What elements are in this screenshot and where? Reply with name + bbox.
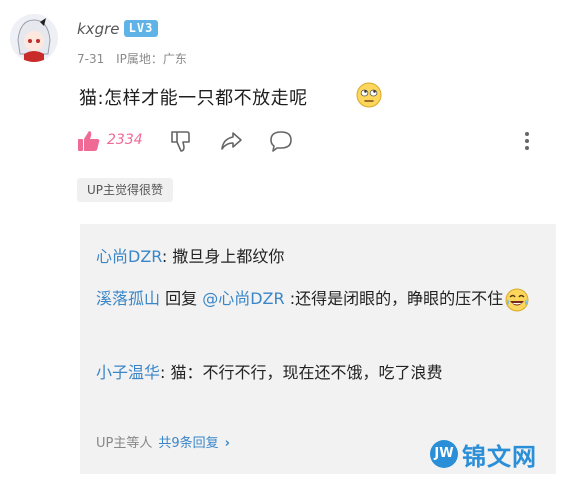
reply-username[interactable]: 心尚DZR bbox=[96, 247, 162, 266]
reply-username[interactable]: 小子温华 bbox=[96, 363, 160, 382]
more-replies-count[interactable]: 共9条回复 bbox=[158, 436, 218, 451]
action-bar: 2334 bbox=[76, 128, 546, 156]
thumbs-up-icon[interactable] bbox=[76, 128, 102, 154]
reply-text: 还得是闭眼的，睁眼的压不住 bbox=[295, 289, 504, 308]
reply-item[interactable]: 小子温华: 猫：不行不行，现在还不饿，吃了浪费 bbox=[96, 360, 536, 386]
watermark: JW 锦文网 bbox=[430, 438, 537, 471]
ip-location: IP属地：广东 bbox=[116, 52, 187, 66]
comment-date: 7-31 bbox=[77, 52, 105, 66]
reply-username[interactable]: 溪落孤山 bbox=[96, 289, 160, 308]
view-more-replies[interactable]: UP主等人 共9条回复 › bbox=[96, 432, 230, 451]
level-badge: LV3 bbox=[124, 20, 158, 37]
more-replies-label: UP主等人 bbox=[96, 436, 153, 451]
share-icon[interactable] bbox=[218, 128, 244, 154]
reply-mention[interactable]: @心尚DZR bbox=[202, 289, 284, 308]
reply-text: 猫：不行不行，现在还不饿，吃了浪费 bbox=[170, 363, 443, 382]
eye-roll-emoji-icon bbox=[356, 82, 382, 108]
like-count: 2334 bbox=[107, 132, 143, 148]
comment-meta: 7-31 IP属地：广东 bbox=[77, 50, 187, 67]
laugh-cry-emoji-icon bbox=[505, 288, 529, 311]
comment-icon[interactable] bbox=[268, 128, 294, 154]
username[interactable]: kxgre bbox=[77, 20, 119, 38]
chevron-right-icon[interactable]: › bbox=[225, 436, 230, 451]
up-liked-badge: UP主觉得很赞 bbox=[77, 178, 174, 202]
reply-item[interactable]: 心尚DZR: 撒旦身上都纹你 bbox=[96, 244, 536, 270]
thumbs-down-icon[interactable] bbox=[168, 128, 194, 154]
reply-separator: : bbox=[161, 247, 168, 266]
reply-item[interactable]: 溪落孤山 回复 @心尚DZR :还得是闭眼的，睁眼的压不住 bbox=[96, 286, 536, 312]
watermark-logo-icon: JW bbox=[430, 440, 458, 468]
watermark-text: 锦文网 bbox=[462, 442, 537, 471]
more-vertical-icon[interactable] bbox=[514, 128, 540, 154]
avatar[interactable] bbox=[10, 14, 58, 62]
reply-connector: 回复 bbox=[160, 289, 203, 308]
anime-girl-avatar-icon bbox=[10, 14, 58, 62]
comment-text: 猫:怎样才能一只都不放走呢 bbox=[79, 88, 308, 109]
reply-separator: : bbox=[160, 363, 166, 382]
reply-text: 撒旦身上都纹你 bbox=[172, 247, 285, 266]
